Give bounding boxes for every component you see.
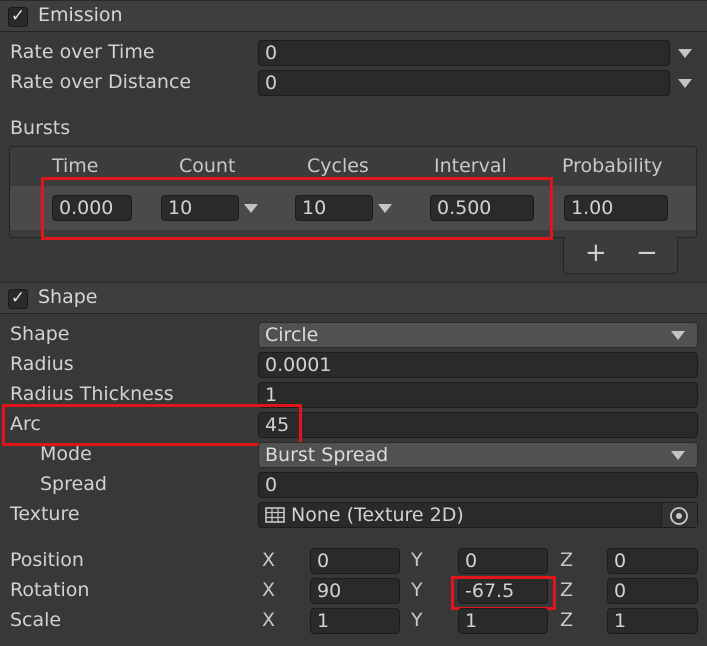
position-x-axis-label: X <box>262 549 276 571</box>
radius-thickness-field[interactable]: 1 <box>258 382 698 408</box>
shape-type-value: Circle <box>265 324 319 346</box>
add-burst-button[interactable]: + <box>585 238 607 268</box>
burst-probability-field[interactable]: 1.00 <box>564 195 668 221</box>
arc-highlight-box <box>2 404 302 446</box>
bursts-add-remove-bar <box>563 237 678 274</box>
mode-dropdown[interactable]: Burst Spread <box>258 442 698 468</box>
remove-burst-button[interactable]: − <box>636 238 658 268</box>
rate-over-time-label: Rate over Time <box>10 41 155 63</box>
bursts-column-count: Count <box>179 155 236 177</box>
emission-module-header[interactable]: ✓ Emission <box>0 0 707 32</box>
bursts-label: Bursts <box>10 117 71 139</box>
scale-y-axis-label: Y <box>411 609 423 631</box>
position-z-field[interactable]: 0 <box>607 548 698 574</box>
bursts-highlight-box <box>41 177 553 240</box>
position-y-field[interactable]: 0 <box>458 548 548 574</box>
shape-type-dropdown[interactable]: Circle <box>258 322 698 348</box>
scale-z-axis-label: Z <box>560 609 574 631</box>
bursts-column-cycles: Cycles <box>307 155 369 177</box>
scale-z-field[interactable]: 1 <box>607 608 698 634</box>
check-mark-icon: ✓ <box>10 6 26 26</box>
rotation-y-axis-label: Y <box>411 579 423 601</box>
texture-label: Texture <box>10 503 80 525</box>
emission-title: Emission <box>38 4 123 26</box>
rate-over-distance-field[interactable]: 0 <box>258 70 670 96</box>
spread-field[interactable]: 0 <box>258 472 698 498</box>
shape-module-header[interactable]: ✓ Shape <box>0 282 707 314</box>
radius-label: Radius <box>10 353 74 375</box>
spread-label: Spread <box>40 473 107 495</box>
rate-over-time-curve-dropdown-icon[interactable] <box>678 49 692 58</box>
bursts-column-probability: Probability <box>562 155 663 177</box>
rotation-z-axis-label: Z <box>560 579 574 601</box>
object-picker-icon <box>670 507 688 525</box>
rotation-y-highlight-box <box>451 576 556 610</box>
radius-field[interactable]: 0.0001 <box>258 352 698 378</box>
shape-title: Shape <box>38 286 98 308</box>
rotation-label: Rotation <box>10 579 90 601</box>
rotation-x-field[interactable]: 90 <box>310 578 400 604</box>
position-x-field[interactable]: 0 <box>310 548 400 574</box>
mode-value: Burst Spread <box>265 444 389 466</box>
rate-over-distance-curve-dropdown-icon[interactable] <box>678 79 692 88</box>
position-z-axis-label: Z <box>560 549 574 571</box>
shape-enabled-checkbox[interactable]: ✓ <box>8 289 28 309</box>
check-mark-icon: ✓ <box>10 288 26 308</box>
scale-x-field[interactable]: 1 <box>310 608 400 634</box>
position-label: Position <box>10 549 84 571</box>
rate-over-distance-label: Rate over Distance <box>10 71 192 93</box>
texture-value: None (Texture 2D) <box>291 504 464 526</box>
bursts-column-time: Time <box>52 155 99 177</box>
scale-label: Scale <box>10 609 62 631</box>
rotation-z-field[interactable]: 0 <box>607 578 698 604</box>
position-y-axis-label: Y <box>411 549 423 571</box>
bursts-column-interval: Interval <box>434 155 507 177</box>
texture-icon <box>265 507 285 523</box>
scale-y-field[interactable]: 1 <box>458 608 548 634</box>
radius-thickness-label: Radius Thickness <box>10 383 174 405</box>
shape-label: Shape <box>10 323 70 345</box>
mode-chevron-icon <box>671 451 685 460</box>
rotation-x-axis-label: X <box>262 579 276 601</box>
rate-over-time-field[interactable]: 0 <box>258 40 670 66</box>
shape-type-chevron-icon <box>671 331 685 340</box>
arc-field[interactable]: 45 <box>258 412 698 438</box>
emission-enabled-checkbox[interactable]: ✓ <box>8 7 28 27</box>
mode-label: Mode <box>40 443 92 465</box>
texture-object-field[interactable]: None (Texture 2D) <box>258 502 698 528</box>
scale-x-axis-label: X <box>262 609 276 631</box>
